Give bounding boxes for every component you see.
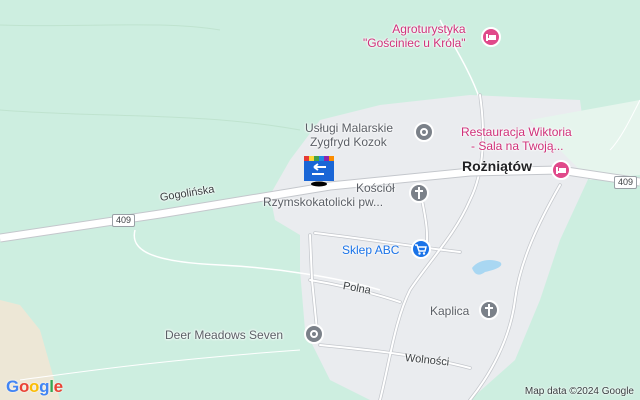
map-attribution: Map data ©2024 Google bbox=[524, 386, 634, 397]
poi-label-restauracja[interactable]: Restauracja Wiktoria - Sala na Twoją... bbox=[461, 125, 572, 153]
poi-restauracja-line1: Restauracja Wiktoria bbox=[461, 125, 572, 139]
bed-icon[interactable] bbox=[551, 160, 571, 180]
poi-uslugi-line1: Usługi Malarskie bbox=[305, 121, 394, 135]
poi-label-sklep[interactable]: Sklep ABC bbox=[342, 243, 399, 257]
poi-label-uslugi[interactable]: Usługi Malarskie Zygfryd Kozok bbox=[305, 121, 393, 149]
bed-icon[interactable] bbox=[481, 27, 501, 47]
cart-icon[interactable] bbox=[411, 239, 431, 259]
poi-agroturystyka-line1: Agroturystyka bbox=[392, 22, 466, 36]
poi-agroturystyka-line2: "Gościniec u Króla" bbox=[363, 36, 466, 50]
cross-icon[interactable] bbox=[409, 183, 429, 203]
google-logo: Google bbox=[6, 377, 63, 396]
transit-stop-icon[interactable] bbox=[304, 156, 335, 187]
cross-icon[interactable] bbox=[479, 300, 499, 320]
poi-label-deer[interactable]: Deer Meadows Seven bbox=[165, 328, 283, 342]
poi-label-agroturystyka[interactable]: Agroturystyka "Gościniec u Króla" bbox=[363, 22, 466, 50]
circle-icon[interactable] bbox=[304, 324, 324, 344]
poi-label-kaplica[interactable]: Kaplica bbox=[430, 304, 469, 318]
poi-kosciol-line2: Rzymskokatolicki pw... bbox=[263, 195, 384, 209]
town-name[interactable]: Rożniątów bbox=[462, 158, 532, 174]
road-shield-409-left: 409 bbox=[112, 214, 136, 227]
circle-icon[interactable] bbox=[414, 122, 434, 142]
poi-restauracja-line2: - Sala na Twoją... bbox=[471, 139, 564, 153]
poi-uslugi-line2: Zygfryd Kozok bbox=[310, 135, 387, 149]
road-shield-409-right: 409 bbox=[614, 176, 638, 189]
